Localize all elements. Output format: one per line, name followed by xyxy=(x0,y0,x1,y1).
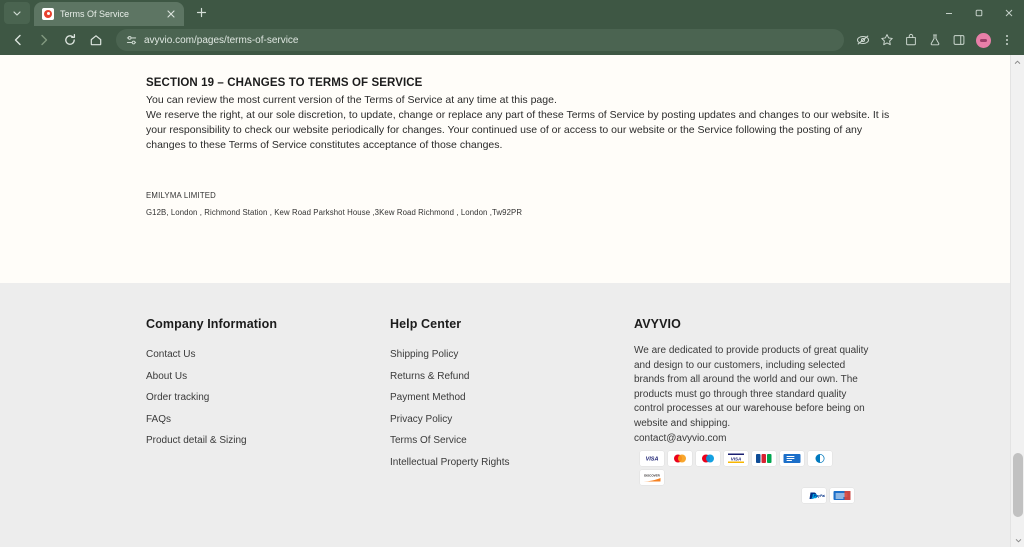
browser-toolbar: avyvio.com/pages/terms-of-service xyxy=(0,25,1024,56)
payment-methods-row-2: PayPal xyxy=(640,488,855,504)
side-panel-icon[interactable] xyxy=(948,29,970,51)
page-title: SECTION 19 – CHANGES TO TERMS OF SERVICE xyxy=(146,77,423,90)
scrollbar-down-arrow[interactable] xyxy=(1011,533,1024,547)
section-paragraph-2: We reserve the right, at our sole discre… xyxy=(146,109,890,152)
lab-flask-icon[interactable] xyxy=(924,29,946,51)
forward-button[interactable] xyxy=(32,28,56,52)
payment-methods: VISA VISA DISCOVER PayPal xyxy=(640,451,855,504)
page-scrollbar[interactable] xyxy=(1010,55,1024,547)
footer-link-faqs[interactable]: FAQs xyxy=(146,409,390,431)
payment-icon-discover: DISCOVER xyxy=(640,470,664,486)
footer-link-contact-us[interactable]: Contact Us xyxy=(146,344,390,366)
forward-arrow-icon xyxy=(41,35,48,46)
home-button[interactable] xyxy=(84,28,108,52)
three-dot-menu-icon[interactable] xyxy=(996,29,1018,51)
company-address-block: EMILYMA LIMITED G12B, London , Richmond … xyxy=(146,191,890,217)
svg-text:VISA: VISA xyxy=(731,457,742,462)
footer-link-about-us[interactable]: About Us xyxy=(146,366,390,388)
footer-column-company-information: Company Information Contact Us About Us … xyxy=(146,317,390,474)
payment-icon-visa-electron: VISA xyxy=(724,451,748,467)
footer-brand-title: AVYVIO xyxy=(634,317,681,332)
footer-column-title: Help Center xyxy=(390,317,462,332)
incognito-eye-slash-icon[interactable] xyxy=(852,29,874,51)
address-bar[interactable]: avyvio.com/pages/terms-of-service xyxy=(116,29,844,52)
chevron-down-icon xyxy=(13,10,21,16)
footer-link-intellectual-property-rights[interactable]: Intellectual Property Rights xyxy=(390,452,634,474)
company-address-line: G12B, London , Richmond Station , Kew Ro… xyxy=(146,208,523,218)
tune-icon xyxy=(126,35,137,45)
footer-link-payment-method[interactable]: Payment Method xyxy=(390,387,634,409)
window-minimize-button[interactable] xyxy=(934,0,964,26)
footer-brand-description: We are dedicated to provide products of … xyxy=(634,345,869,430)
tab-title: Terms Of Service xyxy=(60,8,130,19)
company-legal-name: EMILYMA LIMITED xyxy=(146,191,217,201)
bookmark-star-icon[interactable] xyxy=(876,29,898,51)
tab-favicon-record-icon xyxy=(42,7,54,20)
extensions-icon[interactable] xyxy=(900,29,922,51)
new-tab-button[interactable] xyxy=(190,2,212,24)
payment-icon-paypal: PayPal xyxy=(802,488,826,504)
tab-close-icon[interactable] xyxy=(164,7,178,21)
back-button[interactable] xyxy=(6,28,30,52)
svg-text:VISA: VISA xyxy=(646,457,659,463)
payment-icon-jcb xyxy=(752,451,776,467)
scrollbar-thumb[interactable] xyxy=(1013,453,1023,518)
footer-columns: Company Information Contact Us About Us … xyxy=(0,283,1010,474)
payment-icon-visa: VISA xyxy=(640,451,664,467)
minimize-icon xyxy=(946,13,952,14)
svg-text:DISCOVER: DISCOVER xyxy=(644,474,661,478)
footer-column-help-center: Help Center Shipping Policy Returns & Re… xyxy=(390,317,634,474)
back-arrow-icon xyxy=(14,35,21,46)
payment-icon-maestro xyxy=(696,451,720,467)
address-bar-url: avyvio.com/pages/terms-of-service xyxy=(144,34,299,46)
payment-icon-card-blue xyxy=(830,488,854,504)
plus-icon xyxy=(196,7,206,18)
browser-window: Terms Of Service avyvio.com/pages/terms-… xyxy=(0,0,1024,547)
page-viewport: SECTION 19 – CHANGES TO TERMS OF SERVICE… xyxy=(0,55,1024,547)
window-maximize-button[interactable] xyxy=(964,0,994,26)
payment-methods-row-1: VISA VISA DISCOVER xyxy=(640,451,855,486)
reload-icon xyxy=(65,34,76,46)
section-paragraph-1: You can review the most current version … xyxy=(146,94,557,107)
footer-link-order-tracking[interactable]: Order tracking xyxy=(146,387,390,409)
tab-strip: Terms Of Service xyxy=(0,0,1024,26)
maximize-icon xyxy=(975,9,983,17)
scrollbar-up-arrow[interactable] xyxy=(1011,55,1024,69)
site-footer: Company Information Contact Us About Us … xyxy=(0,283,1010,547)
window-close-button[interactable] xyxy=(994,0,1024,26)
tab-search-button[interactable] xyxy=(4,1,30,24)
footer-link-privacy-policy[interactable]: Privacy Policy xyxy=(390,409,634,431)
page-content: SECTION 19 – CHANGES TO TERMS OF SERVICE… xyxy=(0,55,1010,547)
footer-link-terms-of-service[interactable]: Terms Of Service xyxy=(390,430,634,452)
close-icon xyxy=(1005,9,1013,17)
payment-icon-diners-club xyxy=(808,451,832,467)
profile-avatar[interactable] xyxy=(972,29,994,51)
footer-link-returns-refund[interactable]: Returns & Refund xyxy=(390,366,634,388)
payment-icon-cirrus xyxy=(780,451,804,467)
browser-tab[interactable]: Terms Of Service xyxy=(34,1,184,26)
terms-content-area: SECTION 19 – CHANGES TO TERMS OF SERVICE… xyxy=(0,55,1010,284)
home-icon xyxy=(90,35,102,46)
window-controls xyxy=(934,0,1024,26)
footer-column-title: Company Information xyxy=(146,317,278,332)
footer-contact-email[interactable]: contact@avyvio.com xyxy=(634,432,876,447)
payment-icon-mastercard xyxy=(668,451,692,467)
reload-button[interactable] xyxy=(58,28,82,52)
svg-text:PayPal: PayPal xyxy=(814,494,825,498)
footer-link-product-detail-sizing[interactable]: Product detail & Sizing xyxy=(146,430,390,452)
footer-link-shipping-policy[interactable]: Shipping Policy xyxy=(390,344,634,366)
